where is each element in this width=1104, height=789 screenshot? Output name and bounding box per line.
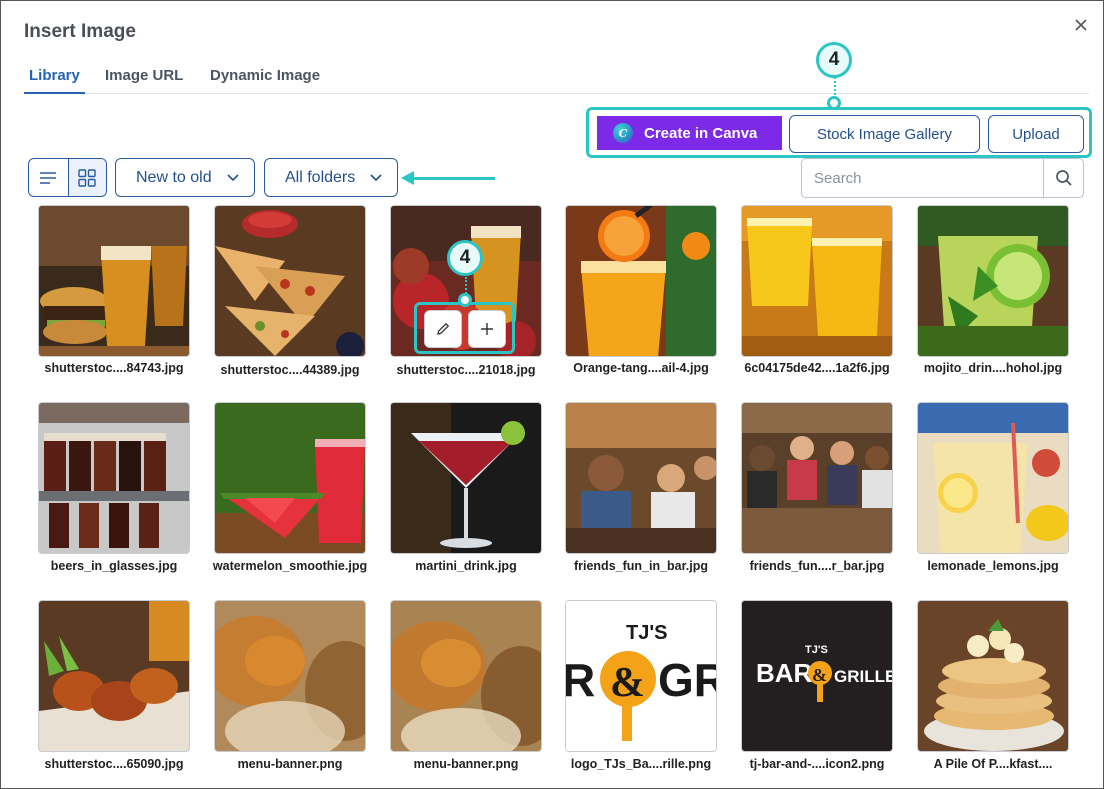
sort-select[interactable]: New to old <box>115 158 255 197</box>
canva-button-label: Create in Canva <box>644 124 758 142</box>
dialog-title: Insert Image <box>24 21 136 42</box>
logo-text: GRILLE <box>834 667 893 686</box>
image-tile[interactable] <box>214 205 366 357</box>
tab-dynamic-image[interactable]: Dynamic Image <box>205 67 325 92</box>
create-in-canva-button[interactable]: C Create in Canva <box>597 116 782 150</box>
image-tile[interactable]: TJ'S BAR & GRILLE <box>741 600 893 752</box>
callout-arrow-head <box>401 171 414 185</box>
image-tile[interactable] <box>917 600 1069 752</box>
logo-text: GRI <box>658 654 717 706</box>
callout-badge: 4 <box>816 42 852 78</box>
image-tile[interactable] <box>38 600 190 752</box>
tab-library[interactable]: Library <box>24 67 85 94</box>
search-icon[interactable] <box>1043 159 1084 197</box>
image-tile[interactable] <box>917 402 1069 554</box>
canva-logo-icon: C <box>613 123 633 143</box>
image-caption: shutterstoc....44389.jpg <box>220 363 360 377</box>
callout-anchor <box>827 96 841 110</box>
image-tile[interactable] <box>565 402 717 554</box>
tab-bar: Library Image URL Dynamic Image <box>24 61 1089 94</box>
close-icon[interactable] <box>1071 15 1091 37</box>
image-tile[interactable] <box>565 205 717 357</box>
chevron-down-icon <box>370 174 382 182</box>
grid-view-icon[interactable] <box>67 159 106 196</box>
image-caption: A Pile Of P....kfast.... <box>933 757 1053 771</box>
logo-text: BAR <box>756 658 813 688</box>
image-caption: shutterstoc....21018.jpg <box>396 363 536 377</box>
image-tile[interactable] <box>917 205 1069 357</box>
tab-image-url[interactable]: Image URL <box>100 67 188 92</box>
tile-actions-highlight <box>414 302 515 354</box>
search-box <box>801 158 1084 198</box>
image-tile[interactable] <box>741 402 893 554</box>
logo-text: TJ'S <box>805 644 828 656</box>
sort-select-label: New to old <box>136 168 212 186</box>
logo-text: & <box>812 665 827 685</box>
folder-select-label: All folders <box>285 168 356 186</box>
image-caption: shutterstoc....84743.jpg <box>44 361 184 375</box>
image-tile[interactable] <box>214 600 366 752</box>
image-caption: shutterstoc....65090.jpg <box>44 757 184 771</box>
stock-image-gallery-button[interactable]: Stock Image Gallery <box>789 115 980 153</box>
image-caption: Orange-tang....ail-4.jpg <box>573 361 709 375</box>
image-caption: tj-bar-and-....icon2.png <box>749 757 885 771</box>
image-caption: lemonade_lemons.jpg <box>927 559 1059 573</box>
insert-image-dialog: Insert Image Library Image URL Dynamic I… <box>0 0 1104 789</box>
image-caption: beers_in_glasses.jpg <box>50 559 178 573</box>
image-tile[interactable] <box>741 205 893 357</box>
image-tile[interactable] <box>38 205 190 357</box>
list-view-icon[interactable] <box>29 159 68 196</box>
logo-text: TJ'S <box>626 622 667 644</box>
image-tile[interactable]: TJ'S R & GRI <box>565 600 717 752</box>
image-tile[interactable] <box>38 402 190 554</box>
callout-anchor <box>458 293 472 307</box>
image-caption: friends_fun_in_bar.jpg <box>573 559 709 573</box>
image-tile[interactable] <box>214 402 366 554</box>
image-caption: friends_fun....r_bar.jpg <box>749 559 885 573</box>
folder-select[interactable]: All folders <box>264 158 398 197</box>
callout-badge: 4 <box>447 240 483 276</box>
image-caption: martini_drink.jpg <box>415 559 517 573</box>
image-tile[interactable] <box>390 402 542 554</box>
image-caption: menu-banner.png <box>413 757 519 771</box>
chevron-down-icon <box>227 174 239 182</box>
search-input[interactable] <box>802 159 1043 197</box>
image-caption: mojito_drin....hohol.jpg <box>923 361 1063 375</box>
callout-arrow <box>411 177 495 180</box>
image-caption: 6c04175de42....1a2f6.jpg <box>744 361 890 375</box>
upload-button[interactable]: Upload <box>988 115 1084 153</box>
image-caption: menu-banner.png <box>237 757 343 771</box>
image-tile[interactable] <box>390 600 542 752</box>
image-caption: watermelon_smoothie.jpg <box>212 559 368 573</box>
image-caption: logo_TJs_Ba....rille.png <box>570 757 712 771</box>
view-toggle <box>28 158 107 197</box>
logo-text: R <box>566 654 595 706</box>
logo-text: & <box>610 660 645 706</box>
